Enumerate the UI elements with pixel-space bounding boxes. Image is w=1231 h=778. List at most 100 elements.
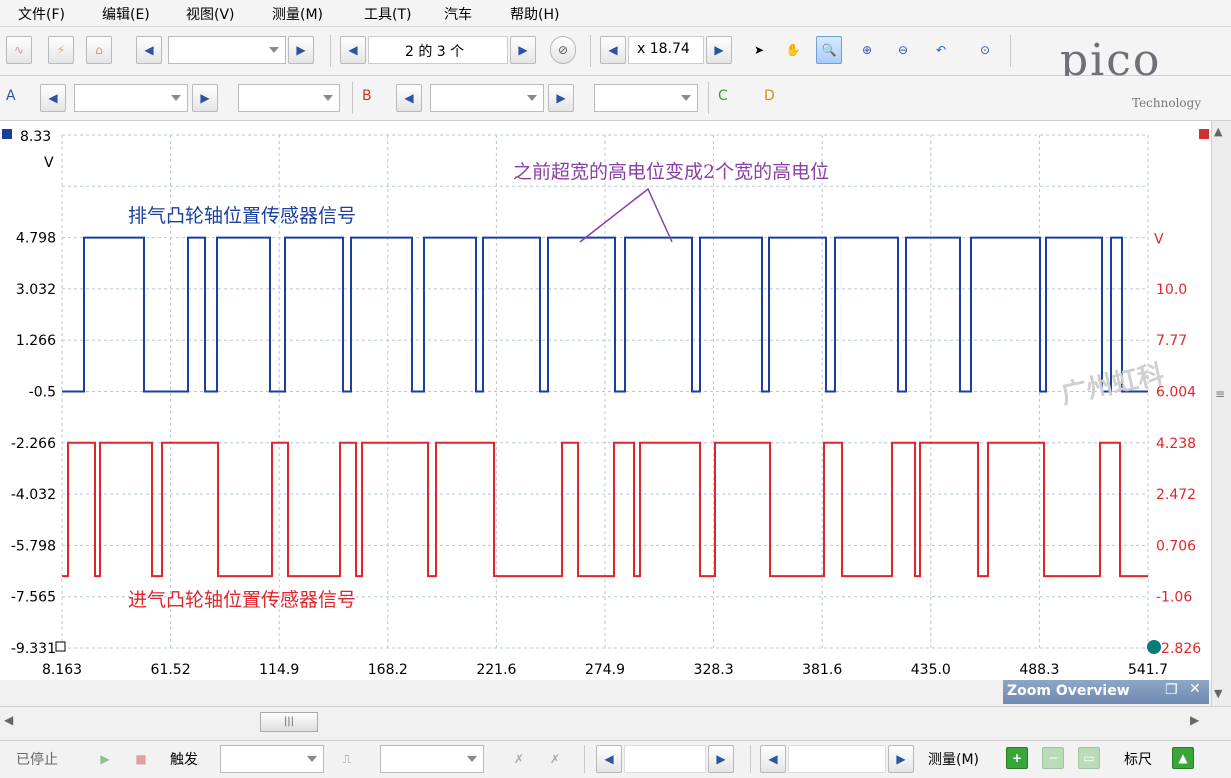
- menu-file[interactable]: 文件(F): [18, 4, 65, 24]
- capture-next-icon[interactable]: ▶: [510, 36, 536, 64]
- zoom-out-icon[interactable]: ⊖: [890, 36, 916, 64]
- restore-icon[interactable]: ❐: [1165, 682, 1178, 698]
- scroll-grip-icon[interactable]: ≡: [1215, 387, 1225, 401]
- scroll-thumb[interactable]: |||: [260, 712, 318, 732]
- channel-b-prev-icon[interactable]: ◀: [396, 84, 422, 112]
- trigger-label: 触发: [170, 752, 198, 768]
- chevron-down-icon: [681, 95, 691, 101]
- x-axis-tick: 168.2: [368, 662, 408, 678]
- hand-icon[interactable]: ✋: [780, 36, 806, 64]
- left-axis-tick: 4.798: [16, 231, 56, 247]
- status-bar: 已停止 ▶ ■ 触发 ⎍ ✗ ✗ ◀ ▶ ◀ ▶ 测量(M) + − ▭ 标尺 …: [0, 740, 1231, 778]
- pointer-icon[interactable]: ➤: [746, 36, 772, 64]
- pico-logo-subtitle: Technology: [1132, 96, 1202, 110]
- capture-prev-icon[interactable]: ◀: [340, 36, 366, 64]
- right-axis-tick: -1.06: [1156, 590, 1192, 606]
- zoom-next-icon[interactable]: ▶: [706, 36, 732, 64]
- pretrigger-value: [788, 745, 886, 773]
- chevron-down-icon: [307, 756, 317, 762]
- menu-edit[interactable]: 编辑(E): [102, 4, 150, 24]
- channel-b-coupling-select[interactable]: [594, 84, 698, 112]
- menu-auto[interactable]: 汽车: [444, 4, 472, 24]
- remove-measurement-icon[interactable]: −: [1042, 747, 1064, 769]
- left-axis-tick: -4.032: [11, 487, 56, 503]
- run-icon[interactable]: ▶: [92, 745, 118, 773]
- zoom-prev-icon[interactable]: ◀: [600, 36, 626, 64]
- next-icon[interactable]: ▶: [288, 36, 314, 64]
- divider: [590, 35, 591, 67]
- compass-icon[interactable]: ⊘: [550, 36, 576, 64]
- trigger-edge-icon[interactable]: ⎍: [334, 745, 360, 773]
- capture-count-text: 2 的 3 个: [405, 44, 465, 60]
- pretrigger-prev-icon[interactable]: ◀: [760, 745, 786, 773]
- zoom-overview-icon[interactable]: ⊙: [972, 36, 998, 64]
- menu-view[interactable]: 视图(V): [186, 4, 235, 24]
- scroll-up-icon[interactable]: ▲: [1214, 125, 1222, 138]
- x-axis-tick: 541.7: [1128, 662, 1168, 678]
- chevron-down-icon: [467, 756, 477, 762]
- pretrigger-next-icon[interactable]: ▶: [888, 745, 914, 773]
- left-axis-tick: 3.032: [16, 282, 56, 298]
- scope-mode-icon[interactable]: ∿: [6, 36, 32, 64]
- trigger-prev-icon[interactable]: ◀: [596, 745, 622, 773]
- timebase-select[interactable]: [168, 36, 286, 64]
- left-axis-max: 8.33: [20, 129, 51, 145]
- add-measurement-icon[interactable]: +: [1006, 747, 1028, 769]
- channel-a-coupling-select[interactable]: [238, 84, 340, 112]
- cursor-a-icon[interactable]: ✗: [506, 745, 532, 773]
- undo-zoom-icon[interactable]: ↶: [928, 36, 954, 64]
- divider: [330, 35, 331, 67]
- ruler-icon[interactable]: ▲: [1172, 747, 1194, 769]
- right-axis-tick: 0.706: [1156, 538, 1196, 554]
- x-axis-tick: 488.3: [1019, 662, 1059, 678]
- menu-tools[interactable]: 工具(T): [364, 4, 411, 24]
- chevron-down-icon: [527, 95, 537, 101]
- exhaust-cam-waveform: [62, 236, 1148, 393]
- left-axis-tick: -9.331: [11, 641, 56, 657]
- edit-measurement-icon[interactable]: ▭: [1078, 747, 1100, 769]
- close-icon[interactable]: ✕: [1189, 681, 1201, 697]
- x-axis-tick: 221.6: [476, 662, 516, 678]
- capture-state: 已停止: [16, 752, 58, 768]
- channel-b-range-select[interactable]: [430, 84, 544, 112]
- toolbar-main: ∿ ⚡ ⌂ ◀ ▶ ◀ 2 的 3 个 ▶ ⊘ ◀ x 18.74 ▶ ➤ ✋ …: [0, 27, 1231, 86]
- trigger-mode-select[interactable]: [220, 745, 324, 773]
- channel-a-range-select[interactable]: [74, 84, 188, 112]
- scroll-left-icon[interactable]: ◀: [4, 713, 13, 727]
- prev-icon[interactable]: ◀: [136, 36, 162, 64]
- vertical-scrollbar[interactable]: ▲ ≡ ▼: [1211, 121, 1231, 706]
- horizontal-scrollbar[interactable]: ◀ ||| ▶: [0, 706, 1231, 737]
- channel-c-label[interactable]: C: [718, 88, 728, 104]
- channel-a-next-icon[interactable]: ▶: [192, 84, 218, 112]
- scroll-down-icon[interactable]: ▼: [1214, 687, 1222, 700]
- probe-icon[interactable]: ⚡: [48, 36, 74, 64]
- cursor-b-icon[interactable]: ✗: [542, 745, 568, 773]
- channel-a-prev-icon[interactable]: ◀: [40, 84, 66, 112]
- menu-bar: 文件(F) 编辑(E) 视图(V) 测量(M) 工具(T) 汽车 帮助(H): [0, 0, 1231, 27]
- left-axis-tick: -5.798: [11, 538, 56, 554]
- zoom-select-icon[interactable]: 🔍: [816, 36, 842, 64]
- scroll-right-icon[interactable]: ▶: [1190, 713, 1199, 727]
- zoom-overview-title: Zoom Overview: [1007, 683, 1130, 699]
- channel-a-label[interactable]: A: [6, 88, 16, 104]
- channel-b-label[interactable]: B: [362, 88, 372, 104]
- toolbar-channels: A ◀ ▶ B ◀ ▶ C D Technology: [0, 76, 1231, 121]
- trigger-source-select[interactable]: [380, 745, 484, 773]
- divider: [708, 82, 709, 114]
- menu-help[interactable]: 帮助(H): [510, 4, 559, 24]
- zoom-factor-text: x 18.74: [637, 41, 690, 57]
- channel-b-next-icon[interactable]: ▶: [548, 84, 574, 112]
- zoom-overview-panel: Zoom Overview ❐ ✕: [1003, 680, 1209, 704]
- zoom-in-icon[interactable]: ⊕: [854, 36, 880, 64]
- channel-a-marker-icon: [2, 129, 12, 139]
- stop-icon[interactable]: ■: [128, 745, 154, 773]
- trigger-next-icon[interactable]: ▶: [708, 745, 734, 773]
- divider: [352, 82, 353, 114]
- menu-measure[interactable]: 测量(M): [272, 4, 323, 24]
- oscilloscope-view[interactable]: 8.33 V 4.798 3.032 1.266 -0.5 -2.266 -4.032 -5.7…: [0, 121, 1231, 680]
- home-icon[interactable]: ⌂: [86, 36, 112, 64]
- trigger-level: [624, 745, 706, 773]
- left-axis-tick: -7.565: [11, 590, 56, 606]
- x-axis-tick: 328.3: [694, 662, 734, 678]
- channel-d-label[interactable]: D: [764, 88, 775, 104]
